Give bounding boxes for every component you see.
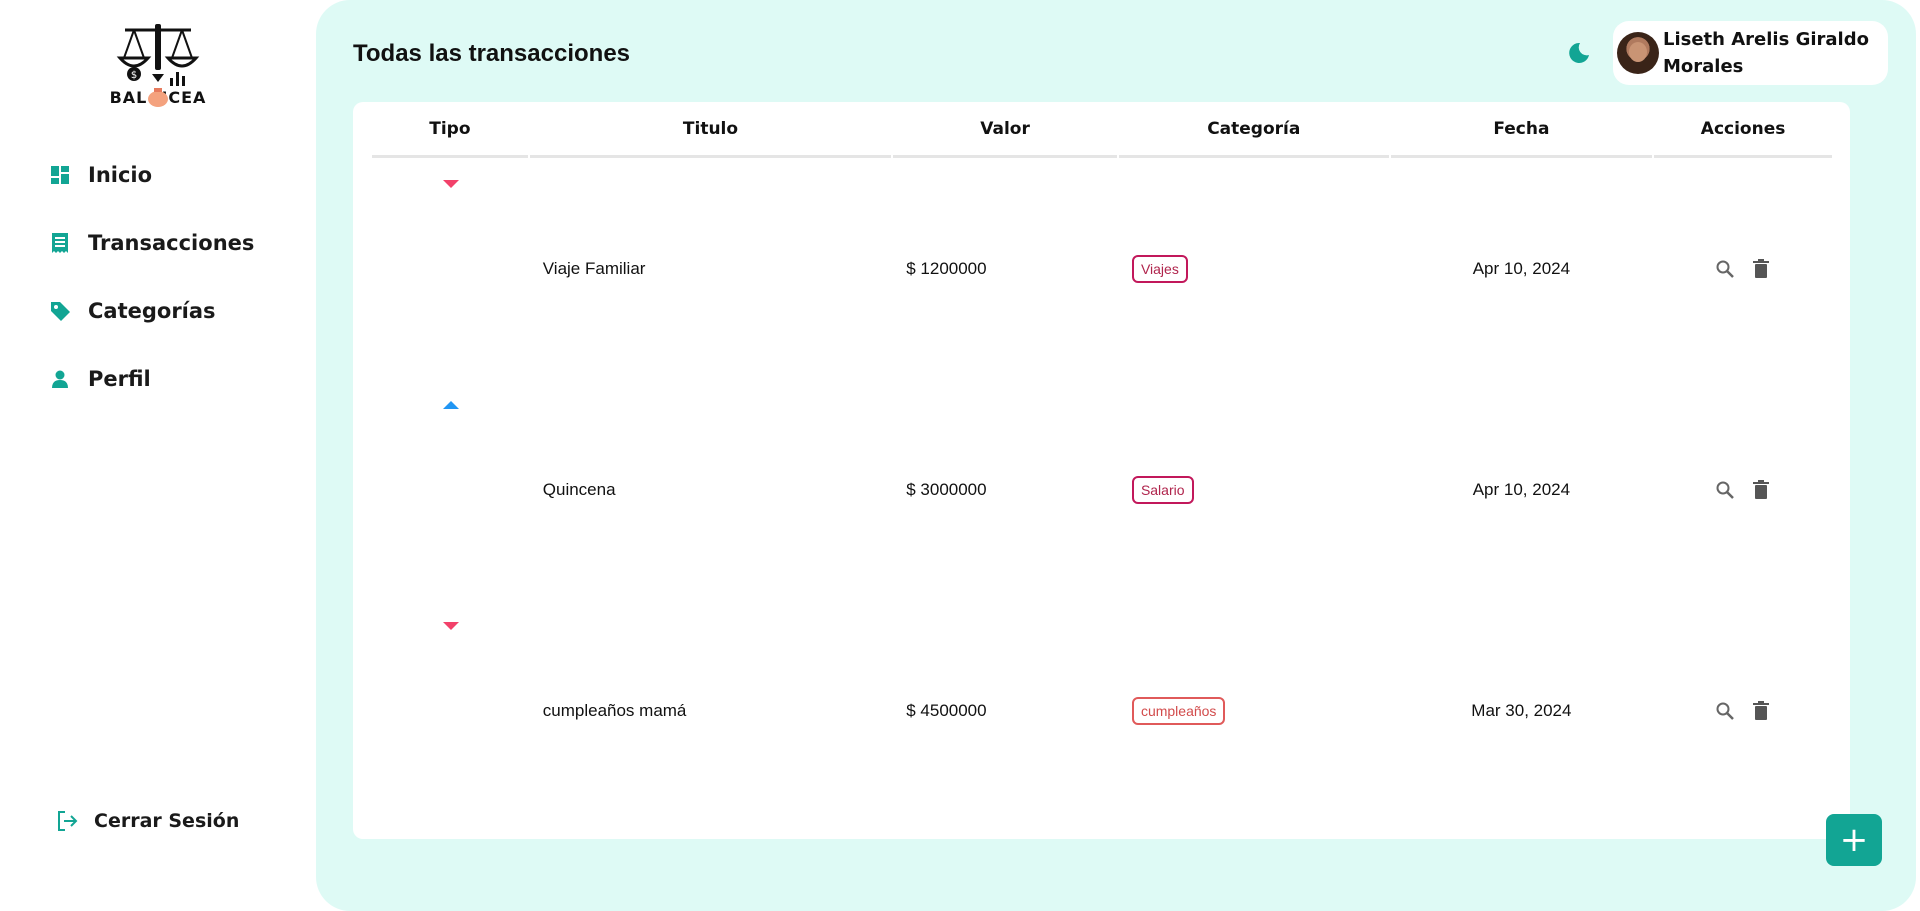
tag-icon — [48, 299, 72, 323]
delete-button[interactable] — [1750, 700, 1772, 722]
type-cell — [372, 158, 528, 379]
user-name: Liseth Arelis Giraldo Morales — [1663, 29, 1869, 77]
scale-logo-icon: $ — [116, 24, 200, 86]
sidebar-item-transacciones[interactable]: Transacciones — [48, 223, 254, 263]
sidebar-item-categorias[interactable]: Categorías — [48, 291, 254, 331]
brand-logo[interactable]: $ BAL NCEA — [108, 22, 208, 112]
sidebar-item-label: Inicio — [88, 163, 153, 187]
dashboard-icon — [48, 163, 72, 187]
view-button[interactable] — [1714, 479, 1736, 501]
piggy-bank-icon — [148, 88, 168, 107]
sidebar-item-inicio[interactable]: Inicio — [48, 155, 254, 195]
actions-cell — [1654, 158, 1832, 379]
column-header-fecha[interactable]: Fecha — [1390, 102, 1653, 158]
title-cell: Viaje Familiar — [542, 258, 646, 278]
title-cell: Quincena — [542, 479, 616, 499]
value-cell: $ 1200000 — [906, 258, 987, 278]
category-badge: cumpleaños — [1131, 696, 1226, 725]
value-cell: $ 3000000 — [906, 479, 987, 499]
logout-icon — [54, 808, 80, 834]
add-transaction-button[interactable]: + — [1826, 814, 1882, 866]
category-badge: Viajes — [1131, 254, 1188, 283]
sidebar-nav: Inicio Transacciones Categorías Perfil — [48, 155, 254, 427]
column-header-acciones: Acciones — [1654, 102, 1832, 158]
date-cell: Apr 10, 2024 — [1472, 479, 1571, 499]
trash-icon — [1753, 479, 1770, 499]
category-cell: Salario — [1119, 379, 1389, 600]
column-header-tipo[interactable]: Tipo — [372, 102, 528, 158]
svg-text:$: $ — [131, 70, 137, 81]
receipt-icon — [48, 231, 72, 255]
search-icon — [1716, 260, 1734, 278]
table-row: cumpleaños mamá $ 4500000 cumpleaños Mar… — [372, 600, 1832, 821]
column-header-valor[interactable]: Valor — [893, 102, 1117, 158]
app-root: $ BAL NCEA Inicio Transacciones Categorí… — [0, 0, 1920, 911]
moon-icon — [1569, 42, 1589, 63]
sidebar-item-label: Categorías — [88, 299, 216, 323]
expense-arrow-icon — [443, 180, 459, 188]
category-cell: cumpleaños — [1119, 600, 1389, 821]
delete-button[interactable] — [1750, 258, 1772, 280]
search-icon — [1716, 702, 1734, 720]
page-title: Todas las transacciones — [353, 40, 631, 67]
date-cell: Apr 10, 2024 — [1472, 258, 1571, 278]
value-cell: $ 4500000 — [906, 700, 987, 720]
sidebar-item-perfil[interactable]: Perfil — [48, 359, 254, 399]
actions-cell — [1654, 379, 1832, 600]
type-cell — [372, 379, 528, 600]
main-panel: Todas las transacciones Liseth Arelis Gi… — [316, 0, 1916, 911]
trash-icon — [1753, 258, 1770, 278]
income-arrow-icon — [443, 401, 459, 409]
category-cell: Viajes — [1119, 158, 1389, 379]
transactions-card: Tipo Titulo Valor Categoría Fecha Accion… — [353, 102, 1850, 839]
sidebar-item-label: Transacciones — [88, 231, 255, 255]
logout-button[interactable]: Cerrar Sesión — [54, 808, 239, 834]
table-row: Quincena $ 3000000 Salario Apr 10, 2024 — [372, 379, 1832, 600]
table-row: Viaje Familiar $ 1200000 Viajes Apr 10, … — [372, 158, 1832, 379]
column-header-titulo[interactable]: Titulo — [529, 102, 892, 158]
search-icon — [1716, 481, 1734, 499]
sidebar-item-label: Perfil — [88, 367, 151, 391]
theme-toggle-button[interactable] — [1566, 40, 1592, 66]
transactions-table: Tipo Titulo Valor Categoría Fecha Accion… — [370, 102, 1834, 821]
logout-label: Cerrar Sesión — [94, 810, 240, 832]
date-cell: Mar 30, 2024 — [1471, 700, 1572, 720]
view-button[interactable] — [1714, 700, 1736, 722]
category-badge: Salario — [1131, 475, 1194, 504]
type-cell — [372, 600, 528, 821]
person-icon — [48, 367, 72, 391]
title-cell: cumpleaños mamá — [542, 700, 687, 720]
trash-icon — [1753, 700, 1770, 720]
expense-arrow-icon — [443, 622, 459, 630]
sidebar: $ BAL NCEA Inicio Transacciones Categorí… — [0, 0, 316, 911]
column-header-categoria[interactable]: Categoría — [1118, 102, 1389, 158]
view-button[interactable] — [1714, 258, 1736, 280]
delete-button[interactable] — [1750, 479, 1772, 501]
actions-cell — [1654, 600, 1832, 821]
avatar — [1617, 32, 1659, 74]
user-profile-chip[interactable]: Liseth Arelis Giraldo Morales — [1613, 21, 1888, 85]
table-header-row: Tipo Titulo Valor Categoría Fecha Accion… — [372, 102, 1832, 158]
